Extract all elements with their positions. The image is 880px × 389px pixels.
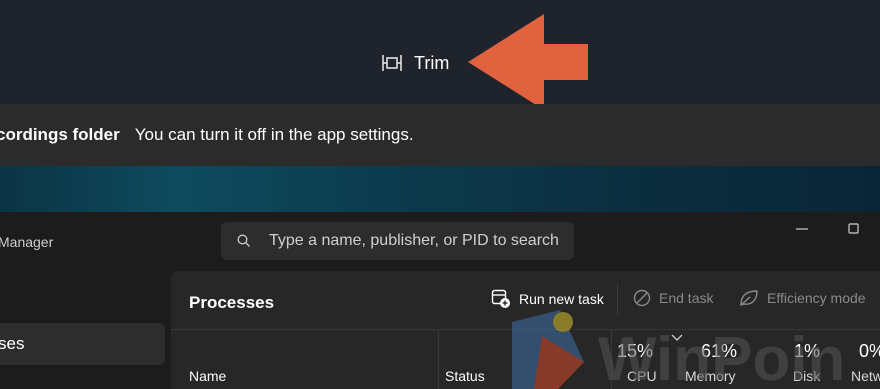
end-task-icon [633,289,651,307]
leaf-icon [740,290,758,306]
page-title: Processes [189,293,275,312]
notification-title: cordings folder [0,125,120,144]
end-task-button[interactable]: End task [633,289,713,307]
watermark-logo: WinPoin [512,310,845,389]
top-toolbar: Trim [0,0,880,110]
notification-bar: cordings folder You can turn it off in t… [0,104,880,166]
efficiency-mode-button[interactable]: Efficiency mode [739,289,866,307]
end-task-label: End task [659,290,714,306]
run-new-task-label: Run new task [519,291,604,307]
arrow-annotation-icon [468,14,588,110]
trim-icon [382,55,402,71]
maximize-icon[interactable] [847,222,861,236]
run-new-task-button[interactable]: Run new task [491,289,604,309]
search-input[interactable] [267,231,571,251]
window-title: Manager [0,234,54,250]
minimize-icon[interactable] [795,222,809,236]
efficiency-mode-label: Efficiency mode [767,290,866,306]
sidebar-item-processes[interactable]: ses [0,323,165,365]
search-box[interactable] [221,222,574,260]
notification-text: You can turn it off in the app settings. [134,125,414,144]
run-task-icon [491,289,510,308]
search-icon [237,234,250,247]
trim-button[interactable]: Trim [380,48,449,78]
trim-label: Trim [414,52,450,73]
watermark-text: WinPoin [598,325,845,389]
column-header-status[interactable]: Status [445,368,485,384]
column-divider [438,330,439,389]
desktop-wallpaper [0,166,880,212]
column-header-name[interactable]: Name [189,368,226,384]
sidebar-item-label: ses [0,334,25,353]
